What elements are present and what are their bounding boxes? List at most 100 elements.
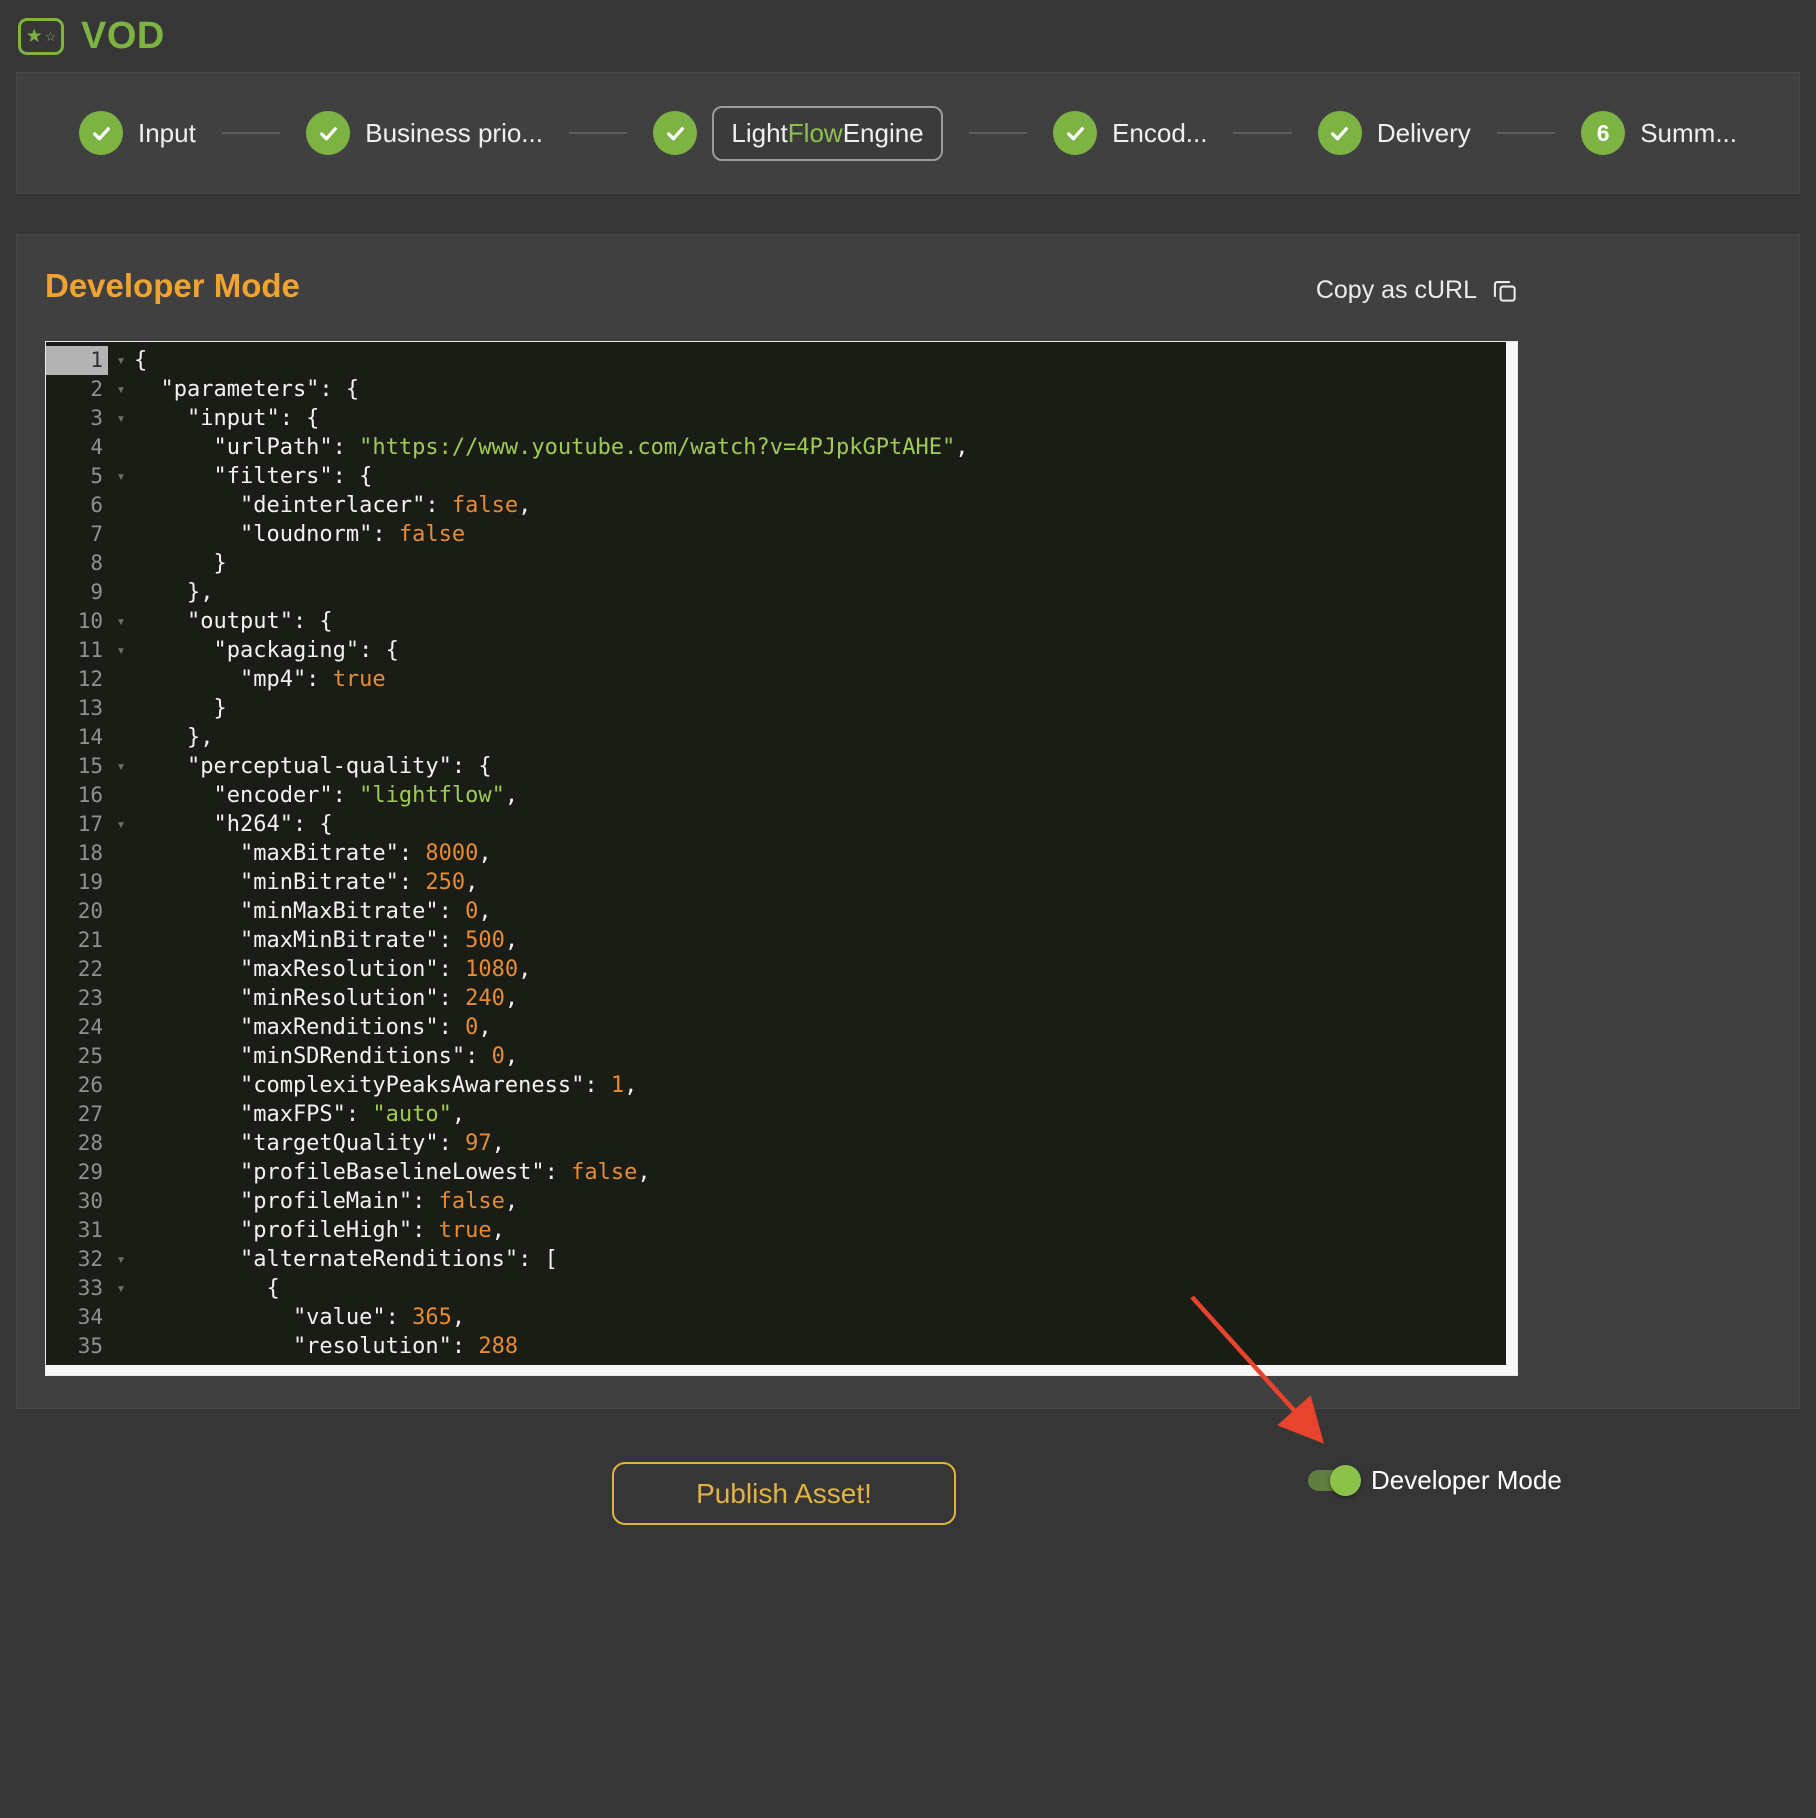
fold-spacer	[108, 1013, 134, 1042]
code-text: "maxRenditions": 0,	[134, 1013, 1517, 1042]
code-line: 14 },	[46, 723, 1517, 752]
editor-horizontal-scrollbar[interactable]	[46, 1365, 1517, 1375]
line-number: 21	[46, 926, 108, 955]
fold-spacer	[108, 578, 134, 607]
code-line: 5▾ "filters": {	[46, 462, 1517, 491]
code-text: "maxBitrate": 8000,	[134, 839, 1517, 868]
code-line: 8 }	[46, 549, 1517, 578]
code-line: 26 "complexityPeaksAwareness": 1,	[46, 1071, 1517, 1100]
fold-spacer	[108, 433, 134, 462]
editor-vertical-scrollbar[interactable]	[1506, 342, 1517, 1375]
fold-arrow-icon[interactable]: ▾	[108, 1245, 134, 1274]
code-text: },	[134, 578, 1517, 607]
copy-as-curl-button[interactable]: Copy as cURL	[1316, 276, 1518, 305]
stepper-connector	[1497, 132, 1555, 134]
stepper-step-encoding[interactable]: Encod...	[1053, 111, 1207, 155]
line-number: 5	[46, 462, 108, 491]
step-label: Encod...	[1112, 118, 1207, 149]
code-text: "perceptual-quality": {	[134, 752, 1517, 781]
fold-arrow-icon[interactable]: ▾	[108, 346, 134, 375]
fold-spacer	[108, 665, 134, 694]
fold-spacer	[108, 926, 134, 955]
code-line: 17▾ "h264": {	[46, 810, 1517, 839]
code-line: 7 "loudnorm": false	[46, 520, 1517, 549]
code-line: 33▾ {	[46, 1274, 1517, 1303]
code-editor[interactable]: 1▾{2▾ "parameters": {3▾ "input": {4 "url…	[45, 341, 1518, 1376]
stepper-step-business-priority[interactable]: Business prio...	[306, 111, 543, 155]
line-number: 14	[46, 723, 108, 752]
line-number: 18	[46, 839, 108, 868]
stepper-step-input[interactable]: Input	[79, 111, 196, 155]
step-label: Business prio...	[365, 118, 543, 149]
code-line: 29 "profileBaselineLowest": false,	[46, 1158, 1517, 1187]
fold-arrow-icon[interactable]: ▾	[108, 1274, 134, 1303]
code-line: 23 "minResolution": 240,	[46, 984, 1517, 1013]
fold-arrow-icon[interactable]: ▾	[108, 462, 134, 491]
code-line: 32▾ "alternateRenditions": [	[46, 1245, 1517, 1274]
code-text: "maxMinBitrate": 500,	[134, 926, 1517, 955]
code-line: 10▾ "output": {	[46, 607, 1517, 636]
line-number: 28	[46, 1129, 108, 1158]
page-title: VOD	[81, 15, 165, 58]
code-text: "maxResolution": 1080,	[134, 955, 1517, 984]
code-text: "parameters": {	[134, 375, 1517, 404]
code-text: "deinterlacer": false,	[134, 491, 1517, 520]
page: ★ ☆ VOD InputBusiness prio...LightFlowEn…	[0, 0, 1816, 1818]
fold-arrow-icon[interactable]: ▾	[108, 375, 134, 404]
line-number: 12	[46, 665, 108, 694]
code-line: 21 "maxMinBitrate": 500,	[46, 926, 1517, 955]
code-text: "h264": {	[134, 810, 1517, 839]
fold-spacer	[108, 868, 134, 897]
fold-arrow-icon[interactable]: ▾	[108, 752, 134, 781]
line-number: 16	[46, 781, 108, 810]
stepper-step-delivery[interactable]: Delivery	[1318, 111, 1471, 155]
developer-mode-toggle[interactable]	[1308, 1470, 1356, 1491]
fold-spacer	[108, 955, 134, 984]
fold-spacer	[108, 1100, 134, 1129]
step-label: Delivery	[1377, 118, 1471, 149]
code-text: "profileMain": false,	[134, 1187, 1517, 1216]
code-line: 2▾ "parameters": {	[46, 375, 1517, 404]
line-number: 4	[46, 433, 108, 462]
step-label: LightFlowEngine	[712, 106, 942, 161]
fold-arrow-icon[interactable]: ▾	[108, 404, 134, 433]
code-line: 27 "maxFPS": "auto",	[46, 1100, 1517, 1129]
fold-arrow-icon[interactable]: ▾	[108, 810, 134, 839]
fold-spacer	[108, 694, 134, 723]
line-number: 13	[46, 694, 108, 723]
stepper-step-summary[interactable]: 6Summ...	[1581, 111, 1737, 155]
code-text: "minBitrate": 250,	[134, 868, 1517, 897]
stepper-connector	[969, 132, 1027, 134]
code-line: 18 "maxBitrate": 8000,	[46, 839, 1517, 868]
fold-spacer	[108, 1303, 134, 1332]
code-text: "urlPath": "https://www.youtube.com/watc…	[134, 433, 1517, 462]
code-text: "complexityPeaksAwareness": 1,	[134, 1071, 1517, 1100]
line-number: 34	[46, 1303, 108, 1332]
fold-spacer	[108, 491, 134, 520]
code-lines: 1▾{2▾ "parameters": {3▾ "input": {4 "url…	[46, 342, 1517, 1376]
copy-icon	[1491, 277, 1518, 304]
line-number: 3	[46, 404, 108, 433]
line-number: 15	[46, 752, 108, 781]
check-icon	[306, 111, 350, 155]
code-line: 11▾ "packaging": {	[46, 636, 1517, 665]
fold-spacer	[108, 1187, 134, 1216]
fold-arrow-icon[interactable]: ▾	[108, 607, 134, 636]
code-text: "output": {	[134, 607, 1517, 636]
fold-spacer	[108, 984, 134, 1013]
code-line: 4 "urlPath": "https://www.youtube.com/wa…	[46, 433, 1517, 462]
fold-spacer	[108, 1332, 134, 1361]
stepper-step-lightflow-engine[interactable]: LightFlowEngine	[653, 106, 942, 161]
fold-spacer	[108, 1071, 134, 1100]
code-line: 12 "mp4": true	[46, 665, 1517, 694]
code-line: 9 },	[46, 578, 1517, 607]
code-text: },	[134, 723, 1517, 752]
line-number: 11	[46, 636, 108, 665]
publish-asset-button[interactable]: Publish Asset!	[612, 1462, 956, 1525]
code-text: }	[134, 549, 1517, 578]
check-icon	[1318, 111, 1362, 155]
copy-as-curl-label: Copy as cURL	[1316, 276, 1477, 305]
line-number: 32	[46, 1245, 108, 1274]
fold-arrow-icon[interactable]: ▾	[108, 636, 134, 665]
line-number: 29	[46, 1158, 108, 1187]
